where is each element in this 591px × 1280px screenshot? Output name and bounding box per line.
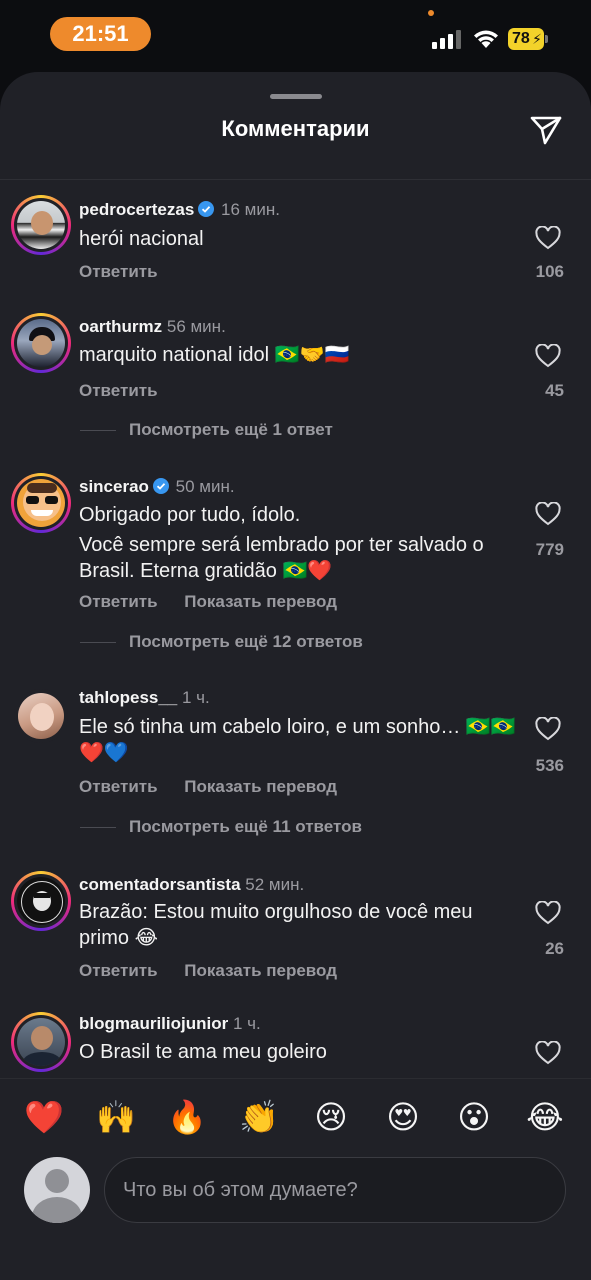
avatar[interactable] <box>11 195 71 255</box>
comment-text: Ele só tinha um cabelo loiro, e um sonho… <box>79 716 516 764</box>
status-time[interactable]: 21:51 <box>50 17 151 51</box>
comment-text: Brazão: Estou muito orgulhoso de você me… <box>79 901 473 949</box>
comment-composer-bar: ❤️ 🙌 🔥 👏 😢 😍 😮 😂 <box>0 1078 591 1280</box>
like-count: 26 <box>545 939 564 958</box>
reply-button[interactable]: Ответить <box>79 262 158 281</box>
avatar-placeholder-head <box>45 1169 69 1193</box>
replies-divider-line <box>80 430 116 432</box>
verified-badge-icon <box>198 201 215 217</box>
comment-time: 1 ч. <box>182 688 210 707</box>
wifi-icon <box>474 30 498 48</box>
comment-username[interactable]: tahlopess__ <box>79 688 177 707</box>
quick-reactions: ❤️ 🙌 🔥 👏 😢 😍 😮 😂 <box>0 1095 591 1139</box>
sheet-grabber[interactable] <box>270 94 322 99</box>
show-translation-button[interactable]: Показать перевод <box>184 961 337 980</box>
reply-button[interactable]: Ответить <box>79 777 158 796</box>
view-more-replies-label: Посмотреть ещё 12 ответов <box>129 632 363 651</box>
like-count: 106 <box>535 262 564 281</box>
reaction-laughing[interactable]: 😂 <box>523 1095 567 1139</box>
comment-text: O Brasil te ama meu goleiro <box>79 1041 327 1063</box>
view-more-replies-button[interactable]: Посмотреть ещё 1 ответ <box>80 420 333 440</box>
replies-divider-line <box>80 642 116 644</box>
comment-text: marquito national idol 🇧🇷🤝🇷🇺 <box>79 344 350 366</box>
heart-icon[interactable] <box>535 344 561 368</box>
comment-text: herói nacional <box>79 228 204 250</box>
reaction-heart-eyes[interactable]: 😍 <box>381 1095 425 1139</box>
avatar[interactable] <box>11 1012 71 1072</box>
comment-input[interactable] <box>104 1157 566 1223</box>
battery-cap <box>545 35 548 43</box>
sheet-title: Комментарии <box>221 116 370 141</box>
avatar[interactable] <box>11 686 71 746</box>
like-count: 45 <box>545 381 564 400</box>
comment-username[interactable]: comentadorsantista <box>79 875 241 894</box>
reaction-heart[interactable]: ❤️ <box>22 1095 66 1139</box>
cellular-signal-icon <box>432 29 462 49</box>
comment-time: 56 мин. <box>166 317 226 336</box>
battery-level: 78 <box>512 30 530 47</box>
comment-username[interactable]: sincerao <box>79 477 149 496</box>
view-more-replies-label: Посмотреть ещё 1 ответ <box>129 420 333 439</box>
comment-username[interactable]: oarthurmz <box>79 317 162 336</box>
heart-icon[interactable] <box>535 502 561 526</box>
reply-button[interactable]: Ответить <box>79 961 158 980</box>
avatar[interactable] <box>11 871 71 931</box>
like-count: 779 <box>535 540 564 559</box>
replies-divider-line <box>80 827 116 829</box>
comment-time: 1 ч. <box>232 1014 261 1033</box>
view-more-replies-button[interactable]: Посмотреть ещё 12 ответов <box>80 632 363 652</box>
avatar-placeholder-body <box>32 1197 82 1223</box>
share-icon[interactable] <box>528 112 564 148</box>
heart-icon[interactable] <box>535 901 561 925</box>
show-translation-button[interactable]: Показать перевод <box>184 777 337 796</box>
battery-icon: 78 ⚡ <box>508 28 544 50</box>
comment-text: Você sempre será lembrado por ter salvad… <box>79 534 484 582</box>
reaction-clap[interactable]: 👏 <box>237 1095 281 1139</box>
view-more-replies-label: Посмотреть ещё 11 ответов <box>129 817 362 836</box>
verified-badge-icon <box>152 478 169 494</box>
show-translation-button[interactable]: Показать перевод <box>184 592 337 611</box>
current-user-avatar[interactable] <box>24 1157 90 1223</box>
heart-icon[interactable] <box>535 1041 561 1065</box>
reaction-fire[interactable]: 🔥 <box>165 1095 209 1139</box>
avatar[interactable] <box>11 313 71 373</box>
comment-time: 50 мин. <box>175 477 235 496</box>
comment-username[interactable]: pedrocertezas <box>79 200 194 219</box>
like-count: 536 <box>535 756 564 775</box>
comment-time: 52 мин. <box>245 875 305 894</box>
avatar[interactable] <box>11 473 71 533</box>
header-divider <box>0 179 591 180</box>
comment-time: 16 мин. <box>221 200 280 219</box>
view-more-replies-button[interactable]: Посмотреть ещё 11 ответов <box>80 817 362 837</box>
heart-icon[interactable] <box>535 717 561 741</box>
reaction-crying[interactable]: 😢 <box>309 1095 353 1139</box>
privacy-indicator-dot <box>428 10 434 16</box>
comment-username[interactable]: blogmauriliojunior <box>79 1014 228 1033</box>
comment-text: Obrigado por tudo, ídolo. <box>79 504 301 526</box>
heart-icon[interactable] <box>535 226 561 250</box>
reply-button[interactable]: Ответить <box>79 592 158 611</box>
reaction-raised-hands[interactable]: 🙌 <box>94 1095 138 1139</box>
reply-button[interactable]: Ответить <box>79 381 158 400</box>
status-bar: 21:51 78 ⚡ <box>0 0 591 70</box>
reaction-surprised[interactable]: 😮 <box>452 1095 496 1139</box>
